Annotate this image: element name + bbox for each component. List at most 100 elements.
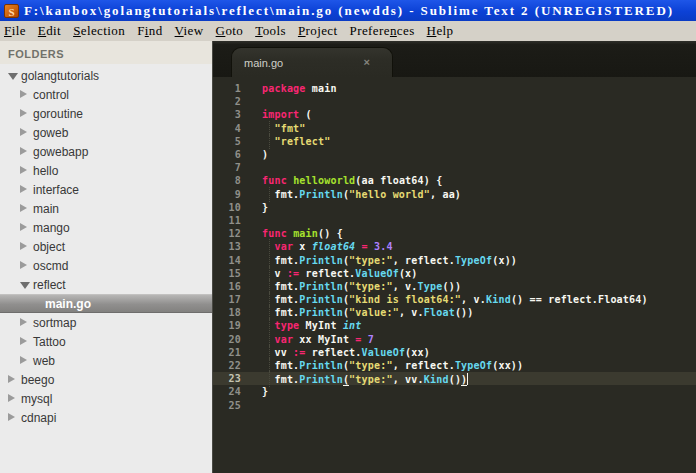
tree-item-label: goroutine xyxy=(33,107,83,121)
triangle-collapsed-icon[interactable] xyxy=(20,166,27,174)
triangle-collapsed-icon[interactable] xyxy=(20,261,27,269)
file-main.go[interactable]: main.go xyxy=(0,294,212,313)
line-number: 18 xyxy=(213,307,241,318)
triangle-collapsed-icon[interactable] xyxy=(20,185,27,193)
code-line-6[interactable]: 6) xyxy=(213,148,696,161)
code-line-17[interactable]: 17 fmt.Println("kind is float64:", v.Kin… xyxy=(213,293,696,306)
line-text: var x float64 = 3.4 xyxy=(262,241,393,252)
code-line-11[interactable]: 11 xyxy=(213,214,696,227)
tab-bar: main.go × xyxy=(213,41,696,77)
sidebar-folder-reflect[interactable]: reflect xyxy=(0,275,212,294)
code-line-5[interactable]: 5 "reflect" xyxy=(213,135,696,148)
code-line-15[interactable]: 15 v := reflect.ValueOf(x) xyxy=(213,267,696,280)
code-line-18[interactable]: 18 fmt.Println("value:", v.Float()) xyxy=(213,306,696,319)
sidebar-folder-goroutine[interactable]: goroutine xyxy=(0,104,212,123)
triangle-collapsed-icon[interactable] xyxy=(8,394,15,402)
menu-help[interactable]: Help xyxy=(427,23,454,39)
triangle-collapsed-icon[interactable] xyxy=(20,147,27,155)
code-line-1[interactable]: 1package main xyxy=(213,82,696,95)
tab-main-go[interactable]: main.go × xyxy=(232,48,392,77)
code-area[interactable]: 1package main23import (4 "fmt"5 "reflect… xyxy=(213,77,696,473)
sidebar-folder-mysql[interactable]: mysql xyxy=(0,389,212,408)
menu-find[interactable]: Find xyxy=(137,23,162,39)
menu-file[interactable]: File xyxy=(4,23,26,39)
code-line-10[interactable]: 10} xyxy=(213,201,696,214)
line-text: fmt.Println("type:", vv.Kind()) xyxy=(262,373,468,385)
sidebar-folder-mango[interactable]: mango xyxy=(0,218,212,237)
menu-edit[interactable]: Edit xyxy=(38,23,61,39)
menu-tools[interactable]: Tools xyxy=(255,23,286,39)
code-line-7[interactable]: 7 xyxy=(213,161,696,174)
window-title: F:\kanbox\golangtutorials\reflect\main.g… xyxy=(24,2,674,19)
menu-preferences[interactable]: Preferences xyxy=(350,23,415,39)
line-text: fmt.Println("type:", v.Type()) xyxy=(262,281,461,292)
code-line-22[interactable]: 22 fmt.Println("type:", reflect.TypeOf(x… xyxy=(213,359,696,372)
sidebar-folder-object[interactable]: object xyxy=(0,237,212,256)
line-number: 15 xyxy=(213,268,241,279)
code-line-8[interactable]: 8func helloworld(aa float64) { xyxy=(213,174,696,187)
triangle-expanded-icon[interactable] xyxy=(8,73,18,80)
sidebar-folder-gowebapp[interactable]: gowebapp xyxy=(0,142,212,161)
triangle-collapsed-icon[interactable] xyxy=(20,223,27,231)
code-line-2[interactable]: 2 xyxy=(213,95,696,108)
code-line-4[interactable]: 4 "fmt" xyxy=(213,122,696,135)
triangle-collapsed-icon[interactable] xyxy=(8,413,15,421)
line-number: 21 xyxy=(213,347,241,358)
tab-close-icon[interactable]: × xyxy=(364,56,370,68)
code-line-23[interactable]: 23 fmt.Println("type:", vv.Kind()) xyxy=(213,372,696,385)
menu-project[interactable]: Project xyxy=(298,23,338,39)
sidebar-folder-golangtutorials[interactable]: golangtutorials xyxy=(0,66,212,85)
code-line-14[interactable]: 14 fmt.Println("type:", reflect.TypeOf(x… xyxy=(213,253,696,266)
line-text: ) xyxy=(262,149,268,160)
code-line-25[interactable]: 25 xyxy=(213,399,696,412)
line-number: 25 xyxy=(213,400,241,411)
triangle-collapsed-icon[interactable] xyxy=(8,375,15,383)
line-number: 16 xyxy=(213,281,241,292)
sidebar-folder-oscmd[interactable]: oscmd xyxy=(0,256,212,275)
code-line-16[interactable]: 16 fmt.Println("type:", v.Type()) xyxy=(213,280,696,293)
sidebar-folder-goweb[interactable]: goweb xyxy=(0,123,212,142)
menu-view[interactable]: View xyxy=(175,23,204,39)
title-bar[interactable]: S F:\kanbox\golangtutorials\reflect\main… xyxy=(0,0,696,21)
line-number: 20 xyxy=(213,334,241,345)
menu-goto[interactable]: Goto xyxy=(216,23,244,39)
line-text: "fmt" xyxy=(262,123,306,134)
sidebar-folder-control[interactable]: control xyxy=(0,85,212,104)
line-number: 6 xyxy=(213,149,241,160)
sidebar-folder-sortmap[interactable]: sortmap xyxy=(0,313,212,332)
menu-bar: File Edit Selection Find View Goto Tools Projec… xyxy=(0,21,696,41)
sidebar-folder-tattoo[interactable]: Tattoo xyxy=(0,332,212,351)
code-line-9[interactable]: 9 fmt.Println("hello world", aa) xyxy=(213,188,696,201)
line-number: 23 xyxy=(213,373,241,384)
sublime-text-icon: S xyxy=(4,4,19,18)
triangle-collapsed-icon[interactable] xyxy=(20,356,27,364)
sidebar-folder-web[interactable]: web xyxy=(0,351,212,370)
code-line-20[interactable]: 20 var xx MyInt = 7 xyxy=(213,333,696,346)
code-line-13[interactable]: 13 var x float64 = 3.4 xyxy=(213,240,696,253)
triangle-collapsed-icon[interactable] xyxy=(20,242,27,250)
triangle-collapsed-icon[interactable] xyxy=(20,90,27,98)
sidebar-folder-cdnapi[interactable]: cdnapi xyxy=(0,408,212,427)
triangle-collapsed-icon[interactable] xyxy=(20,128,27,136)
code-line-19[interactable]: 19 type MyInt int xyxy=(213,319,696,332)
sidebar-folder-beego[interactable]: beego xyxy=(0,370,212,389)
code-line-12[interactable]: 12func main() { xyxy=(213,227,696,240)
triangle-expanded-icon[interactable] xyxy=(20,282,30,289)
triangle-collapsed-icon[interactable] xyxy=(20,204,27,212)
sidebar-folder-hello[interactable]: hello xyxy=(0,161,212,180)
line-text: v := reflect.ValueOf(x) xyxy=(262,268,418,279)
sidebar-folder-main[interactable]: main xyxy=(0,199,212,218)
code-line-24[interactable]: 24} xyxy=(213,385,696,398)
triangle-collapsed-icon[interactable] xyxy=(20,109,27,117)
code-line-3[interactable]: 3import ( xyxy=(213,108,696,121)
line-text: } xyxy=(262,202,268,213)
sidebar-folder-interface[interactable]: interface xyxy=(0,180,212,199)
tree-item-label: control xyxy=(33,88,69,102)
code-line-21[interactable]: 21 vv := reflect.ValueOf(xx) xyxy=(213,346,696,359)
line-text: func helloworld(aa float64) { xyxy=(262,175,442,186)
line-text: vv := reflect.ValueOf(xx) xyxy=(262,347,430,358)
triangle-collapsed-icon[interactable] xyxy=(20,318,27,326)
triangle-collapsed-icon[interactable] xyxy=(20,337,27,345)
menu-selection[interactable]: Selection xyxy=(73,23,125,39)
line-text: func main() { xyxy=(262,228,343,239)
